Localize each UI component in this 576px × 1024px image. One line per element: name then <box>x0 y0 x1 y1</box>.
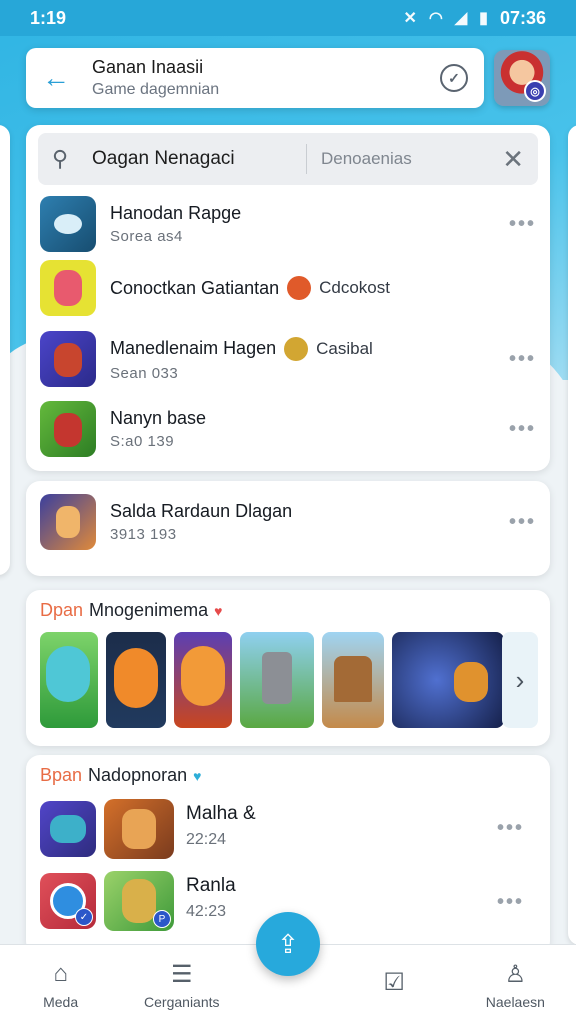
profile-avatar[interactable]: ◎ <box>494 50 550 106</box>
nav-label: Meda <box>43 993 79 1010</box>
share-button[interactable]: ⇪ <box>256 912 320 976</box>
featured-card: Salda Rardaun Dlagan 3913 193 ••• <box>26 481 550 576</box>
app-title: Hanodan Rapge <box>110 203 242 223</box>
search-filter-field[interactable]: Denoaenias <box>321 149 502 169</box>
status-time: 1:19 <box>30 7 67 28</box>
thumbnail[interactable] <box>240 632 314 728</box>
more-icon[interactable]: ••• <box>484 817 524 840</box>
app-icon <box>104 799 174 859</box>
nav-profile[interactable]: ♙ Naelaesn <box>460 960 570 1010</box>
coin-icon <box>284 336 309 361</box>
home-icon: ⌂ <box>53 959 68 987</box>
gallery-card: Dpan Mnogenimema ♥ › <box>26 590 550 746</box>
chevron-right-icon[interactable]: › <box>502 632 538 728</box>
app-subtitle: S:a0 139 <box>110 433 175 450</box>
more-icon[interactable]: ••• <box>484 891 524 914</box>
app-icon <box>40 801 96 857</box>
app-title: Nanyn base <box>110 408 207 428</box>
thumbnail[interactable] <box>106 632 166 728</box>
more-icon[interactable]: ••• <box>496 348 536 371</box>
pair-row[interactable]: ✓ P <box>40 871 174 931</box>
app-list-card: ⚲ Oagan Nenagaci Denoaenias ✕ Hanodan Ra… <box>26 125 550 471</box>
thumbnail[interactable] <box>174 632 232 728</box>
app-icon <box>40 401 96 457</box>
side-card-right <box>568 125 576 945</box>
pair-title: Ranla <box>186 875 236 896</box>
section-accent: Dpan <box>40 600 84 620</box>
side-card-left <box>0 125 10 575</box>
section-title: Mnogenimema <box>89 600 209 620</box>
thumbnail[interactable] <box>322 632 384 728</box>
list-item[interactable]: Salda Rardaun Dlagan 3913 193 ••• <box>40 493 536 551</box>
search-input[interactable]: Oagan Nenagaci <box>92 148 292 170</box>
mute-icon: ✕ <box>403 10 417 27</box>
check-badge-icon: ✓ <box>75 908 93 926</box>
featured-title: Salda Rardaun Dlagan <box>110 501 293 521</box>
avatar-badge-icon: ◎ <box>524 80 546 102</box>
search-divider <box>306 144 307 174</box>
section-title: Nadopnoran <box>88 765 188 785</box>
nav-categories[interactable]: ☰ Cerganiants <box>127 960 237 1010</box>
pair-subtitle: 22:24 <box>186 831 227 848</box>
list-item[interactable]: Hanodan Rapge Sorea as4 ••• <box>40 195 536 253</box>
app-icon <box>40 196 96 252</box>
list-icon: ☰ <box>171 960 193 988</box>
search-bar[interactable]: ⚲ Oagan Nenagaci Denoaenias ✕ <box>38 133 538 185</box>
section-accent: Bpan <box>40 765 83 785</box>
app-icon <box>40 331 96 387</box>
list-item[interactable]: Conoctkan Gatiantan Cdcokost <box>40 259 536 317</box>
heart-icon: ♥ <box>193 767 202 784</box>
app-icon: ✓ <box>40 873 96 929</box>
header-title: Ganan Inaasii <box>92 57 204 77</box>
list-item[interactable]: Manedlenaim Hagen Casibal Sean 033 ••• <box>40 330 536 388</box>
battery-icon: ▮ <box>479 10 488 27</box>
pair-row[interactable] <box>40 799 174 859</box>
app-title: Manedlenaim Hagen <box>110 338 277 358</box>
status-clock: 07:36 <box>499 7 546 28</box>
share-icon: ⇪ <box>277 928 299 959</box>
thumbnail[interactable] <box>392 632 504 728</box>
clear-icon[interactable]: ✕ <box>502 144 524 175</box>
back-arrow-icon[interactable]: ← <box>42 62 92 94</box>
check-circle-icon[interactable]: ✓ <box>440 64 468 92</box>
section-heading: Bpan Nadopnoran ♥ <box>40 765 201 786</box>
pair-text: Ranla 42:23 <box>186 875 236 921</box>
app-icon: P <box>104 871 174 931</box>
nav-label: Naelaesn <box>485 993 545 1010</box>
thumbnail[interactable] <box>40 632 98 728</box>
featured-subtitle: 3913 193 <box>110 526 177 543</box>
thumbnail-strip <box>40 632 504 728</box>
app-title: Conoctkan Gatiantan <box>110 277 280 298</box>
search-icon: ⚲ <box>52 146 69 171</box>
section-heading: Dpan Mnogenimema ♥ <box>40 600 222 621</box>
more-icon[interactable]: ••• <box>496 418 536 441</box>
wifi-icon: ◠ <box>428 10 443 27</box>
checkbox-icon: ☑ <box>383 968 405 996</box>
app-subtitle: Sean 033 <box>110 364 179 382</box>
app-title-row: Conoctkan Gatiantan Cdcokost <box>110 276 536 300</box>
person-icon: ♙ <box>504 960 527 988</box>
pair-text: Malha & 22:24 <box>186 803 256 849</box>
nav-home[interactable]: ⌂ Meda <box>6 960 116 1010</box>
top-header: ← Ganan Inaasii Game dagemnian ✓ <box>26 48 484 108</box>
more-icon[interactable]: ••• <box>496 213 536 236</box>
status-bar: 1:19 ✕ ◠ ◢ ▮ 07:36 <box>0 0 576 36</box>
app-title-row: Manedlenaim Hagen Casibal <box>110 336 496 361</box>
nav-label: Cerganiants <box>144 993 220 1010</box>
list-item[interactable]: Nanyn base S:a0 139 ••• <box>40 400 536 458</box>
heart-icon: ♥ <box>214 602 223 619</box>
p-badge-icon: P <box>153 910 171 928</box>
app-icon <box>40 260 96 316</box>
pair-title: Malha & <box>186 803 256 824</box>
more-icon[interactable]: ••• <box>496 511 536 534</box>
app-icon <box>40 494 96 550</box>
fire-icon <box>287 276 312 300</box>
header-subtitle: Game dagemnian <box>92 81 220 98</box>
app-tag: Casibal <box>316 338 373 358</box>
nav-tasks[interactable]: ☑ <box>339 968 449 1002</box>
app-tag: Cdcokost <box>319 278 390 297</box>
pair-subtitle: 42:23 <box>186 903 227 920</box>
app-subtitle: Sorea as4 <box>110 228 183 245</box>
signal-icon: ◢ <box>454 10 468 27</box>
